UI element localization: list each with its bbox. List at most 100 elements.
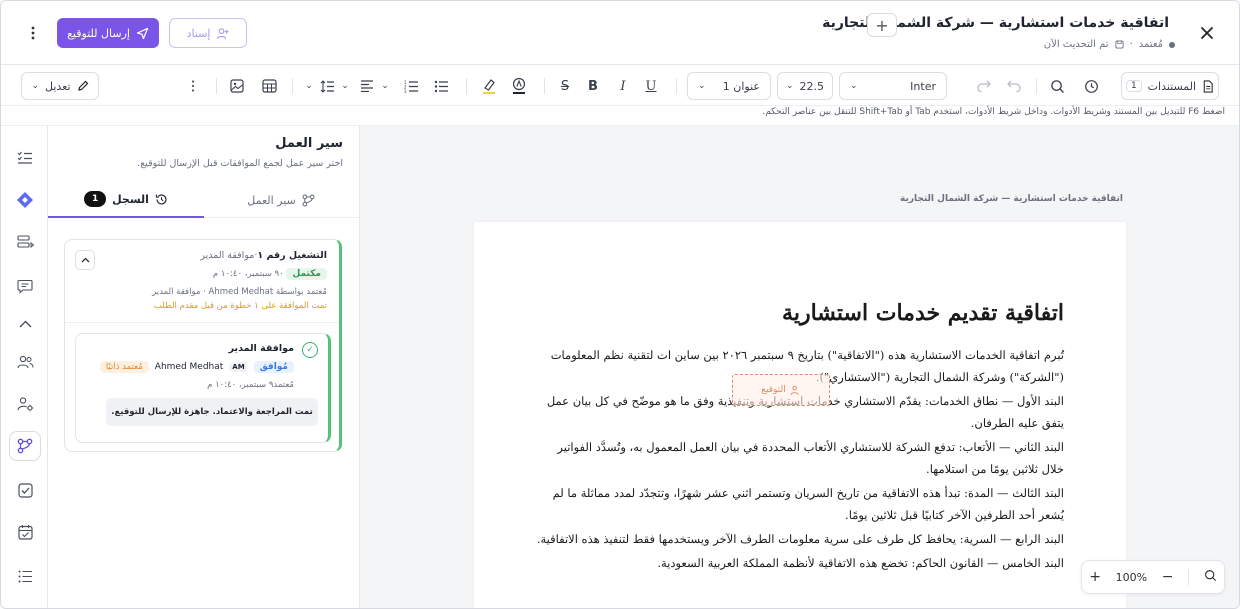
list-icon (18, 570, 32, 582)
divider (676, 78, 677, 94)
undo-icon (1007, 80, 1021, 92)
zoom-search-button[interactable] (1204, 569, 1217, 585)
run-date: ٩٠ سبتمبر، ١٠:٤٠ م (212, 269, 284, 279)
new-tab-button[interactable]: + (867, 13, 897, 37)
undo-button[interactable] (1003, 72, 1025, 100)
line-height-dropdown-chevron[interactable]: ⌄ (337, 72, 353, 100)
step-date: مُعتمد٩ سبتمبر، ١٠:٤٠ م (207, 380, 294, 390)
align-dropdown-chevron[interactable]: ⌄ (377, 72, 393, 100)
strikethrough-button[interactable]: S (553, 72, 577, 100)
rail-checklist-button[interactable] (9, 143, 41, 173)
document-canvas[interactable]: اتفاقية خدمات استشارية — شركة الشمال الت… (360, 125, 1239, 608)
run-workflow-name: ·موافقة المدير (200, 250, 258, 261)
paragraph[interactable]: البند الرابع — السرية: يحافظ كل طرف على … (536, 528, 1064, 550)
rail-comments-button[interactable] (9, 271, 41, 301)
rail-permissions-button[interactable] (9, 389, 41, 419)
chevron-down-icon: ⌄ (31, 81, 39, 91)
close-button[interactable] (1193, 19, 1221, 47)
insert-image-button[interactable] (225, 72, 249, 100)
bold-button[interactable]: B (581, 72, 605, 100)
rail-approvals-button[interactable] (9, 475, 41, 505)
underline-icon: U (645, 78, 657, 94)
clock-icon (1084, 79, 1098, 93)
rail-workflow-button[interactable] (9, 431, 41, 461)
search-button[interactable] (1045, 72, 1069, 100)
line-height-button[interactable] (317, 72, 337, 100)
bullet-list-button[interactable] (429, 72, 453, 100)
highlight-button[interactable] (477, 72, 501, 100)
close-icon (1201, 27, 1213, 39)
font-size-select[interactable]: ⌄ 22.5 (777, 72, 833, 100)
divider (65, 322, 339, 323)
tab-history[interactable]: السجل 1 (48, 182, 204, 218)
zoom-in-button[interactable]: − (1162, 569, 1174, 585)
assign-button[interactable]: إسناد (169, 18, 247, 48)
rail-recipients-button[interactable] (9, 347, 41, 377)
numbered-list-button[interactable]: 123 (399, 72, 423, 100)
align-button[interactable] (357, 72, 377, 100)
paragraph[interactable]: البند الثاني — الأتعاب: تدفع الشركة للاس… (536, 436, 1064, 480)
run-status-line: مكتمل ٩٠ سبتمبر، ١٠:٤٠ م (213, 268, 327, 280)
panel-subtitle: اختر سير عمل لجمع الموافقات قبل الإرسال … (137, 158, 343, 169)
app-window: اتفاقية خدمات استشارية — شركة الشمال الت… (0, 0, 1240, 609)
avatar: AM (229, 362, 248, 372)
save-icon (1115, 40, 1124, 49)
document-heading[interactable]: اتفاقية تقديم خدمات استشارية (782, 300, 1064, 326)
step-approver-line: مُوافق AM Ahmed Medhat مُعتمد ذاتيًا (99, 361, 294, 373)
italic-icon: I (620, 78, 626, 94)
send-for-signature-button[interactable]: إرسال للتوقيع (57, 18, 159, 48)
document-meta: مُعتمد · تم التحديث الآن (1044, 39, 1175, 50)
collapse-run-button[interactable] (75, 250, 95, 270)
italic-button[interactable]: I (611, 72, 635, 100)
rail-outline-button[interactable] (9, 561, 41, 591)
assign-label: إسناد (186, 26, 211, 40)
panel-title: سير العمل (275, 136, 343, 151)
paragraph[interactable]: البند الثالث — المدة: تبدأ هذه الاتفاقية… (536, 482, 1064, 526)
chevron-up-icon (81, 257, 89, 263)
rail-schedule-button[interactable] (9, 517, 41, 547)
signature-field[interactable]: التوقيع (732, 374, 830, 406)
chevron-down-icon: ⌄ (698, 81, 706, 91)
left-rail (1, 125, 48, 608)
chevron-down-icon: ⌄ (786, 81, 794, 91)
comment-icon (17, 279, 33, 294)
svg-text:3: 3 (404, 89, 407, 93)
insert-table-button[interactable] (257, 72, 281, 100)
history-button[interactable] (1079, 72, 1103, 100)
more-tools-button[interactable] (185, 72, 201, 100)
divider (544, 78, 545, 94)
step-comment: تمت المراجعة والاعتماد. جاهزة للإرسال لل… (106, 398, 318, 426)
workflow-run-card: التشغيل رقم ١·موافقة المدير مكتمل ٩٠ سبت… (64, 239, 342, 452)
decision-badge: مُوافق (253, 361, 294, 373)
updated-text: تم التحديث الآن (1043, 39, 1109, 50)
text-color-button[interactable] (507, 72, 531, 100)
edit-mode-select[interactable]: تعديل ⌄ (21, 72, 99, 100)
underline-button[interactable]: U (639, 72, 663, 100)
rail-fields-button[interactable] (9, 227, 41, 257)
status-badge: مكتمل (286, 268, 327, 280)
divider (216, 78, 217, 94)
run-approved-by: مُعتمد بواسطة Ahmed Medhat · موافقة المد… (152, 287, 327, 297)
bold-icon: B (588, 78, 598, 94)
indent-dropdown-chevron[interactable]: ⌄ (301, 72, 317, 100)
more-options-button[interactable] (23, 23, 43, 43)
divider (466, 78, 467, 94)
font-family-value: Inter (910, 79, 936, 93)
chevron-down-icon: ⌄ (381, 81, 389, 91)
font-size-value: 22.5 (799, 79, 825, 93)
history-icon (155, 193, 167, 205)
documents-label: المستندات (1147, 79, 1197, 93)
paragraph[interactable]: البند الخامس — القانون الحاكم: تخضع هذه … (536, 552, 1064, 574)
redo-button[interactable] (973, 72, 995, 100)
documents-button[interactable]: المستندات 1 (1121, 72, 1219, 100)
documents-count: 1 (1125, 80, 1142, 92)
rail-ai-button[interactable] (9, 185, 41, 215)
rail-collapse-button[interactable] (9, 309, 41, 339)
heading-style-select[interactable]: عنوان 1 ⌄ (687, 72, 771, 100)
zoom-out-button[interactable]: + (1089, 569, 1101, 585)
tab-workflow[interactable]: سير العمل (203, 182, 359, 218)
table-icon (261, 79, 277, 93)
font-family-select[interactable]: ⌄ Inter (839, 72, 947, 100)
document-page[interactable]: اتفاقية تقديم خدمات استشارية تُبرم اتفاق… (474, 222, 1126, 608)
status-text: مُعتمد (1138, 39, 1163, 50)
